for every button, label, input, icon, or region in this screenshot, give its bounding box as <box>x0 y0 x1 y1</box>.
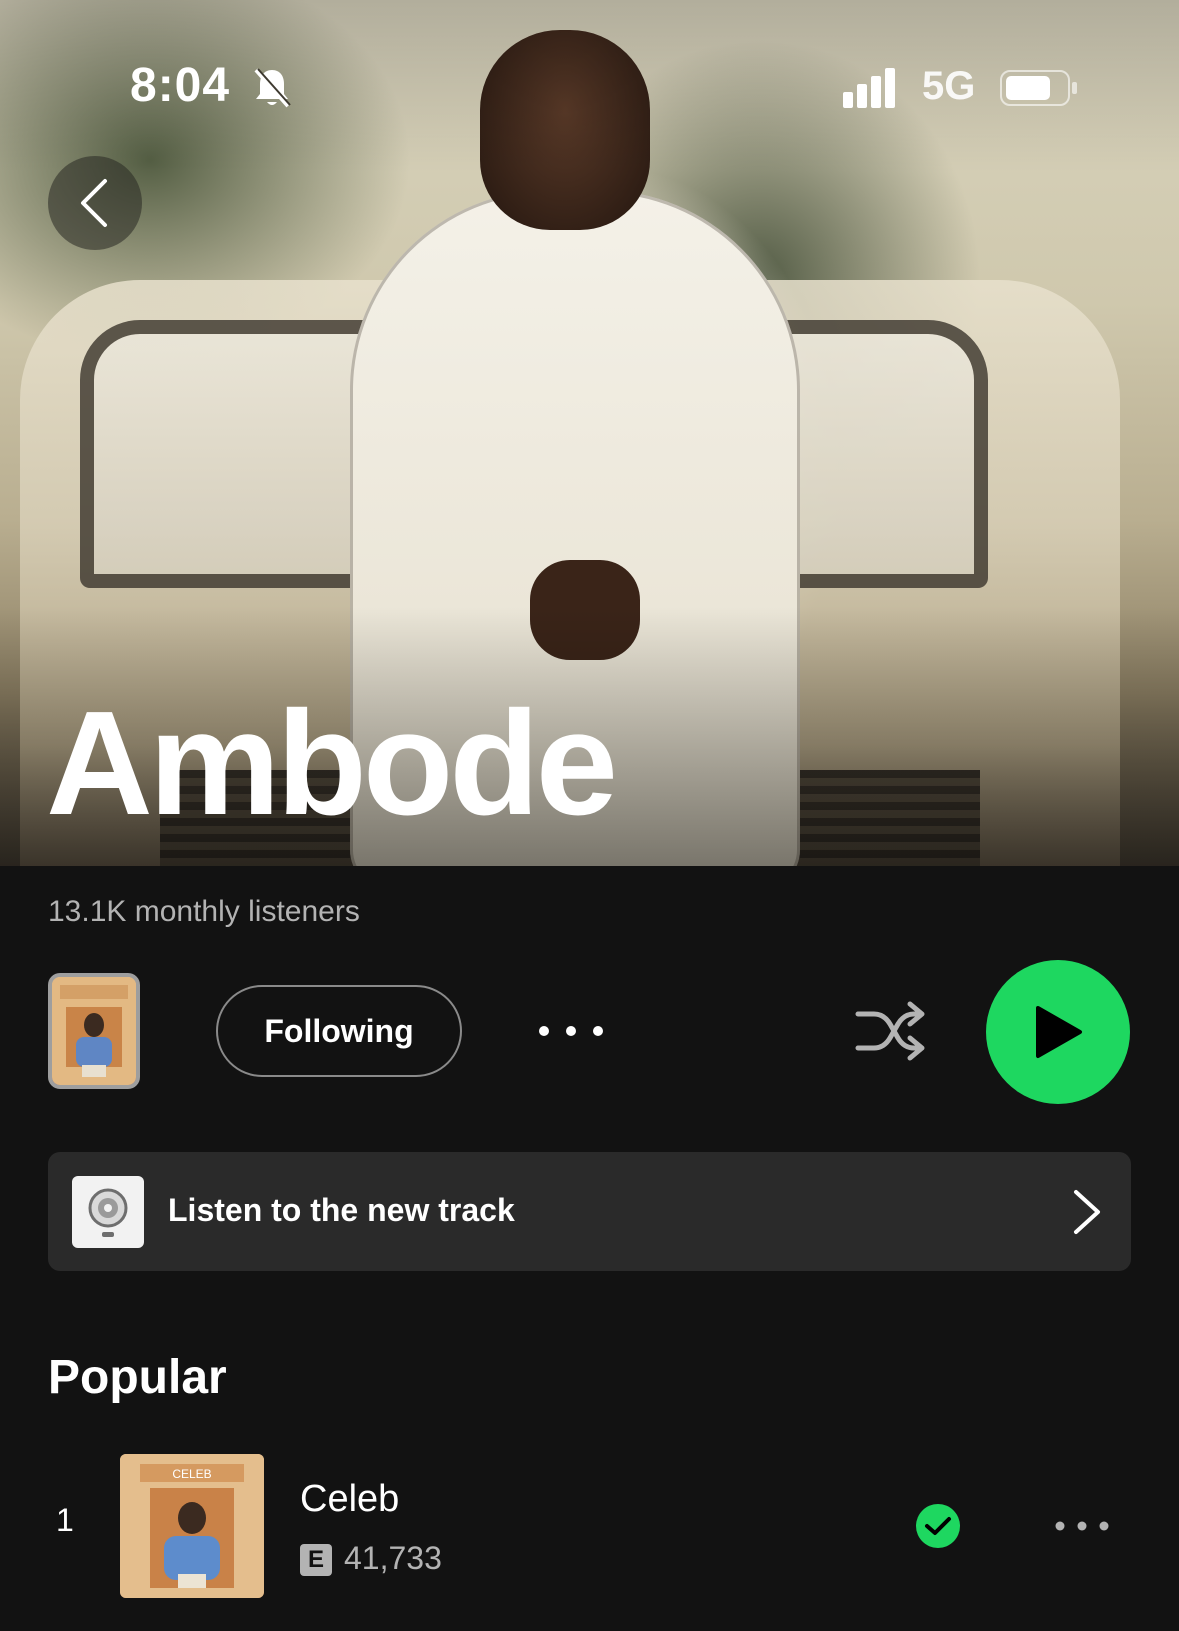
new-track-banner[interactable]: Listen to the new track <box>48 1152 1131 1271</box>
following-button[interactable]: Following <box>216 985 462 1077</box>
downloaded-check-icon <box>916 1504 960 1548</box>
signal-icon <box>843 68 895 108</box>
shuffle-icon[interactable] <box>854 998 928 1064</box>
track-row[interactable]: 1 CELEB Celeb E 41,733 <box>0 1452 1179 1600</box>
new-track-label: Listen to the new track <box>168 1192 515 1228</box>
back-button[interactable] <box>48 156 142 250</box>
popular-section-title: Popular <box>48 1351 227 1404</box>
chevron-right-icon <box>1074 1190 1100 1234</box>
new-track-thumbnail <box>72 1176 144 1248</box>
track-play-count: 41,733 <box>344 1540 442 1576</box>
play-button[interactable] <box>986 960 1130 1104</box>
cover-text: CELEB <box>172 1467 211 1481</box>
artist-name: Ambode <box>46 681 618 846</box>
monthly-listeners: 13.1K monthly listeners <box>48 895 360 928</box>
more-options-icon[interactable] <box>536 1016 606 1046</box>
track-cover-art: CELEB <box>120 1454 264 1598</box>
battery-icon <box>1000 70 1077 106</box>
celeb-cover-image: CELEB <box>120 1454 264 1598</box>
album-art-image <box>52 977 136 1085</box>
watch-art-icon <box>88 1188 128 1237</box>
back-icon <box>81 179 107 227</box>
track-rank: 1 <box>56 1502 74 1538</box>
track-more-icon[interactable] <box>1052 1516 1112 1536</box>
bell-slash-icon <box>254 68 291 108</box>
network-type: 5G <box>922 64 976 108</box>
track-title: Celeb <box>300 1478 400 1520</box>
explicit-badge: E <box>300 1544 332 1576</box>
play-icon <box>1036 1006 1082 1058</box>
check-icon <box>925 1517 951 1535</box>
album-preview-thumbnail[interactable] <box>48 973 140 1089</box>
status-time: 8:04 <box>130 59 231 112</box>
